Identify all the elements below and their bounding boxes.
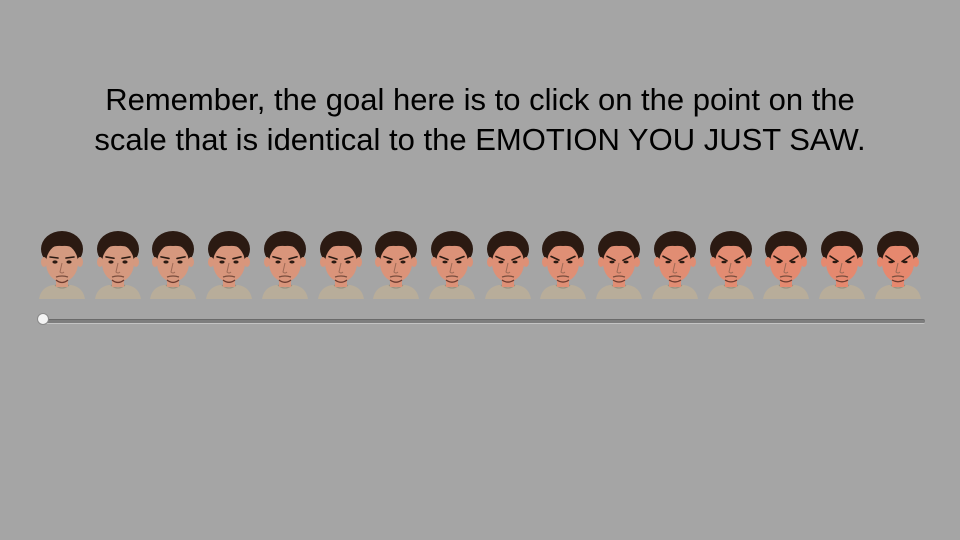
emotion-face-10	[540, 231, 587, 299]
instruction-line-2: scale that is identical to the EMOTION Y…	[94, 122, 866, 157]
emotion-face-13	[707, 231, 754, 299]
instruction-line-1: Remember, the goal here is to click on t…	[105, 82, 855, 117]
emotion-face-12	[651, 231, 698, 299]
emotion-face-9	[484, 231, 531, 299]
emotion-face-15	[819, 231, 866, 299]
emotion-face-6	[317, 231, 364, 299]
instruction-text: Remember, the goal here is to click on t…	[0, 80, 960, 160]
emotion-face-2	[94, 231, 141, 299]
emotion-face-3	[150, 231, 197, 299]
trial-screen: Remember, the goal here is to click on t…	[0, 0, 960, 540]
emotion-face-8	[429, 231, 476, 299]
emotion-face-strip	[37, 227, 923, 299]
emotion-face-5	[261, 231, 308, 299]
emotion-face-4	[206, 231, 253, 299]
emotion-face-14	[763, 231, 810, 299]
emotion-face-7	[373, 231, 420, 299]
slider-track[interactable]	[43, 319, 925, 324]
emotion-rating-slider[interactable]	[37, 312, 925, 330]
slider-thumb[interactable]	[37, 313, 49, 325]
emotion-face-1	[39, 231, 85, 299]
emotion-face-11	[596, 231, 643, 299]
emotion-face-16	[874, 231, 921, 299]
